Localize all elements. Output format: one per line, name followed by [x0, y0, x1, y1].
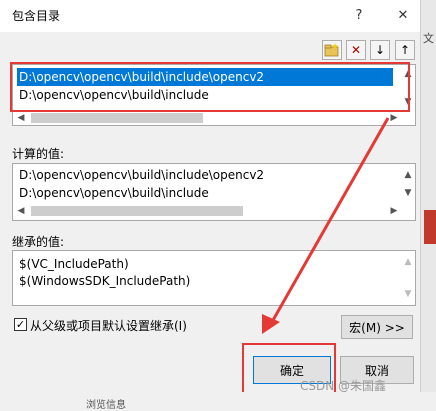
- background-app-text: 浏览信息: [86, 400, 126, 411]
- watermark: CSDN @朱国鑫: [300, 379, 387, 393]
- annotation-arrow: [262, 117, 390, 334]
